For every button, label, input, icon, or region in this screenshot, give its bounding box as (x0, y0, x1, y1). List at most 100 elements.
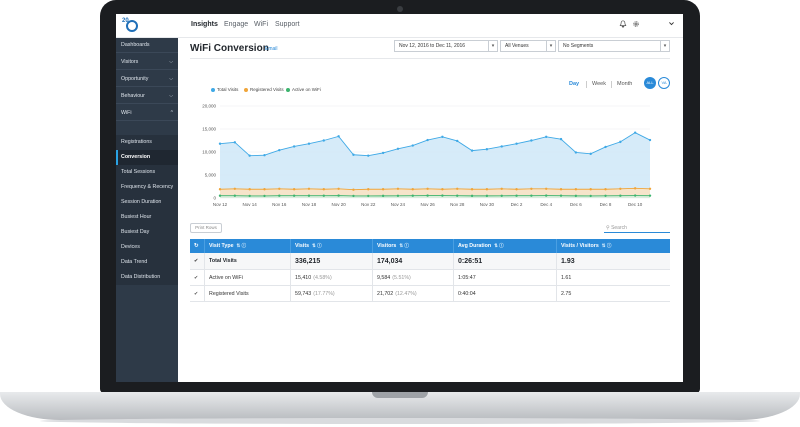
sidebar-item-dashboards[interactable]: Dashboards (116, 38, 178, 53)
chevron-down-icon: ⌵ (169, 76, 173, 82)
y-tick-label: 0 (213, 196, 216, 201)
data-point (545, 135, 548, 139)
sort-icon: ⇅ ⓘ (601, 243, 612, 248)
sidebar-subitem-devices[interactable]: Devices (116, 240, 178, 255)
sidebar-item-label: Total Sessions (121, 169, 156, 175)
top-nav: 20 Insights Engage WiFi Support (116, 14, 683, 38)
sidebar-subitem-session-duration[interactable]: Session Duration (116, 195, 178, 210)
nav-wifi[interactable]: WiFi (254, 21, 268, 28)
row-checkbox[interactable]: ✔ (190, 270, 204, 285)
sidebar-item-label: WiFi (121, 110, 132, 116)
segment-select[interactable]: No Segments ▾ (558, 40, 670, 52)
logo-text: 20 (122, 18, 129, 24)
sidebar-subitem-busiest-day[interactable]: Busiest Day (116, 225, 178, 240)
period-divider (611, 81, 612, 88)
data-point (367, 188, 370, 191)
legend-active-on-wifi[interactable]: Active on WiFi (286, 87, 321, 92)
sidebar-subitem-busiest-hour[interactable]: Busiest Hour (116, 210, 178, 225)
nav-engage[interactable]: Engage (224, 21, 248, 28)
header-label: Visits (295, 243, 310, 249)
cell-visits: 15,410 (4.58%) (290, 270, 372, 285)
print-rows-button[interactable]: Print Rows (190, 223, 222, 233)
app-screen: 20 Insights Engage WiFi Support Dashboar… (116, 14, 683, 382)
logo[interactable]: 20 (122, 18, 140, 34)
x-tick-label: Dec 4 (540, 202, 552, 207)
refresh-icon[interactable]: ↻ (190, 239, 204, 253)
period-week[interactable]: Week (592, 81, 606, 87)
legend-registered-visits[interactable]: Registered Visits (244, 87, 284, 92)
cell-value: 59,743 (295, 290, 312, 297)
va-filter-button[interactable]: VA (658, 77, 670, 89)
data-point (278, 187, 281, 190)
gear-icon[interactable] (632, 20, 640, 30)
x-tick-label: Dec 6 (570, 202, 582, 207)
search-input[interactable]: ⚲ Search (604, 223, 670, 233)
data-point (337, 187, 340, 190)
search-placeholder: Search (611, 225, 627, 231)
period-month[interactable]: Month (617, 81, 632, 87)
period-day[interactable]: Day (569, 81, 579, 87)
data-point (426, 194, 429, 197)
table-row: ✔ Registered Visits 59,743 (17.77%) 21,70… (190, 286, 670, 302)
data-point (263, 188, 266, 191)
sidebar-item-opportunity[interactable]: Opportunity ⌵ (116, 72, 178, 87)
email-link[interactable]: Email (265, 46, 278, 52)
data-point (292, 194, 296, 197)
data-point (218, 188, 222, 191)
row-checkbox[interactable]: ✔ (190, 286, 204, 301)
data-point (456, 194, 459, 197)
sidebar-item-behaviour[interactable]: Behaviour ⌵ (116, 89, 178, 104)
sidebar-item-label: Frequency & Recency (121, 184, 174, 190)
data-point (456, 187, 459, 190)
row-checkbox[interactable]: ✔ (190, 253, 204, 269)
sidebar-subitem-data-trend[interactable]: Data Trend (116, 255, 178, 270)
y-tick-label: 20,000 (202, 104, 216, 109)
sidebar-subitem-data-distribution[interactable]: Data Distribution (116, 270, 178, 285)
data-point (604, 188, 607, 191)
series-area (220, 132, 650, 198)
nav-support[interactable]: Support (275, 21, 300, 28)
nav-insights[interactable]: Insights (191, 21, 218, 28)
sort-icon: ⇅ ⓘ (312, 243, 322, 248)
legend-total-visits[interactable]: Total Visits (211, 87, 238, 92)
data-point (396, 194, 400, 197)
data-point (574, 194, 578, 198)
sidebar-item-visitors[interactable]: Visitors ⌵ (116, 55, 178, 70)
sidebar-item-label: Dashboards (121, 42, 150, 48)
data-point (352, 153, 355, 156)
y-tick-label: 15,000 (202, 127, 216, 132)
header-visits[interactable]: Visits ⇅ ⓘ (290, 239, 372, 253)
cell-percent: (4.58%) (313, 274, 332, 281)
bell-icon[interactable] (619, 20, 627, 30)
data-point (619, 187, 622, 190)
data-point (233, 194, 237, 197)
sidebar-subitem-registrations[interactable]: Registrations (116, 135, 178, 150)
data-point (233, 187, 237, 190)
cell-visit-type: Registered Visits (204, 286, 290, 301)
all-filter-button[interactable]: ALL (644, 77, 656, 89)
cell-value: 9,584 (377, 274, 391, 281)
sidebar-subitem-frequency-recency[interactable]: Frequency & Recency (116, 180, 178, 195)
header-avg-duration[interactable]: Avg Duration ⇅ ⓘ (453, 239, 556, 253)
date-range-select[interactable]: Nov 12, 2016 to Dec 11, 2016 ▾ (394, 40, 498, 52)
header-visits-per-visitor[interactable]: Visits / Visitors ⇅ ⓘ (556, 239, 670, 253)
sidebar-item-label: Registrations (121, 139, 152, 145)
data-point (248, 194, 251, 198)
laptop-shadow (40, 418, 760, 424)
header-visit-type[interactable]: Visit Type ⇅ ⓘ (204, 239, 290, 253)
data-point (530, 194, 533, 197)
header-visitors[interactable]: Visitors ⇅ ⓘ (372, 239, 453, 253)
chevron-down-icon[interactable] (668, 20, 675, 29)
sidebar-subitem-conversion[interactable]: Conversion (116, 150, 178, 165)
sidebar-item-label: Data Distribution (121, 274, 161, 280)
cell-value: 174,034 (377, 257, 403, 265)
legend-dot (211, 87, 215, 92)
sidebar-subitem-total-sessions[interactable]: Total Sessions (116, 165, 178, 180)
data-point (500, 187, 503, 190)
x-tick-label: Nov 18 (302, 202, 317, 207)
cell-visits: 59,743 (17.77%) (290, 286, 372, 301)
venue-select[interactable]: All Venues ▾ (500, 40, 556, 52)
cell-visit-type: Total Visits (204, 253, 290, 269)
sidebar-item-wifi[interactable]: WiFi ^ (116, 106, 178, 121)
header-label: Visits / Visitors (561, 243, 599, 249)
